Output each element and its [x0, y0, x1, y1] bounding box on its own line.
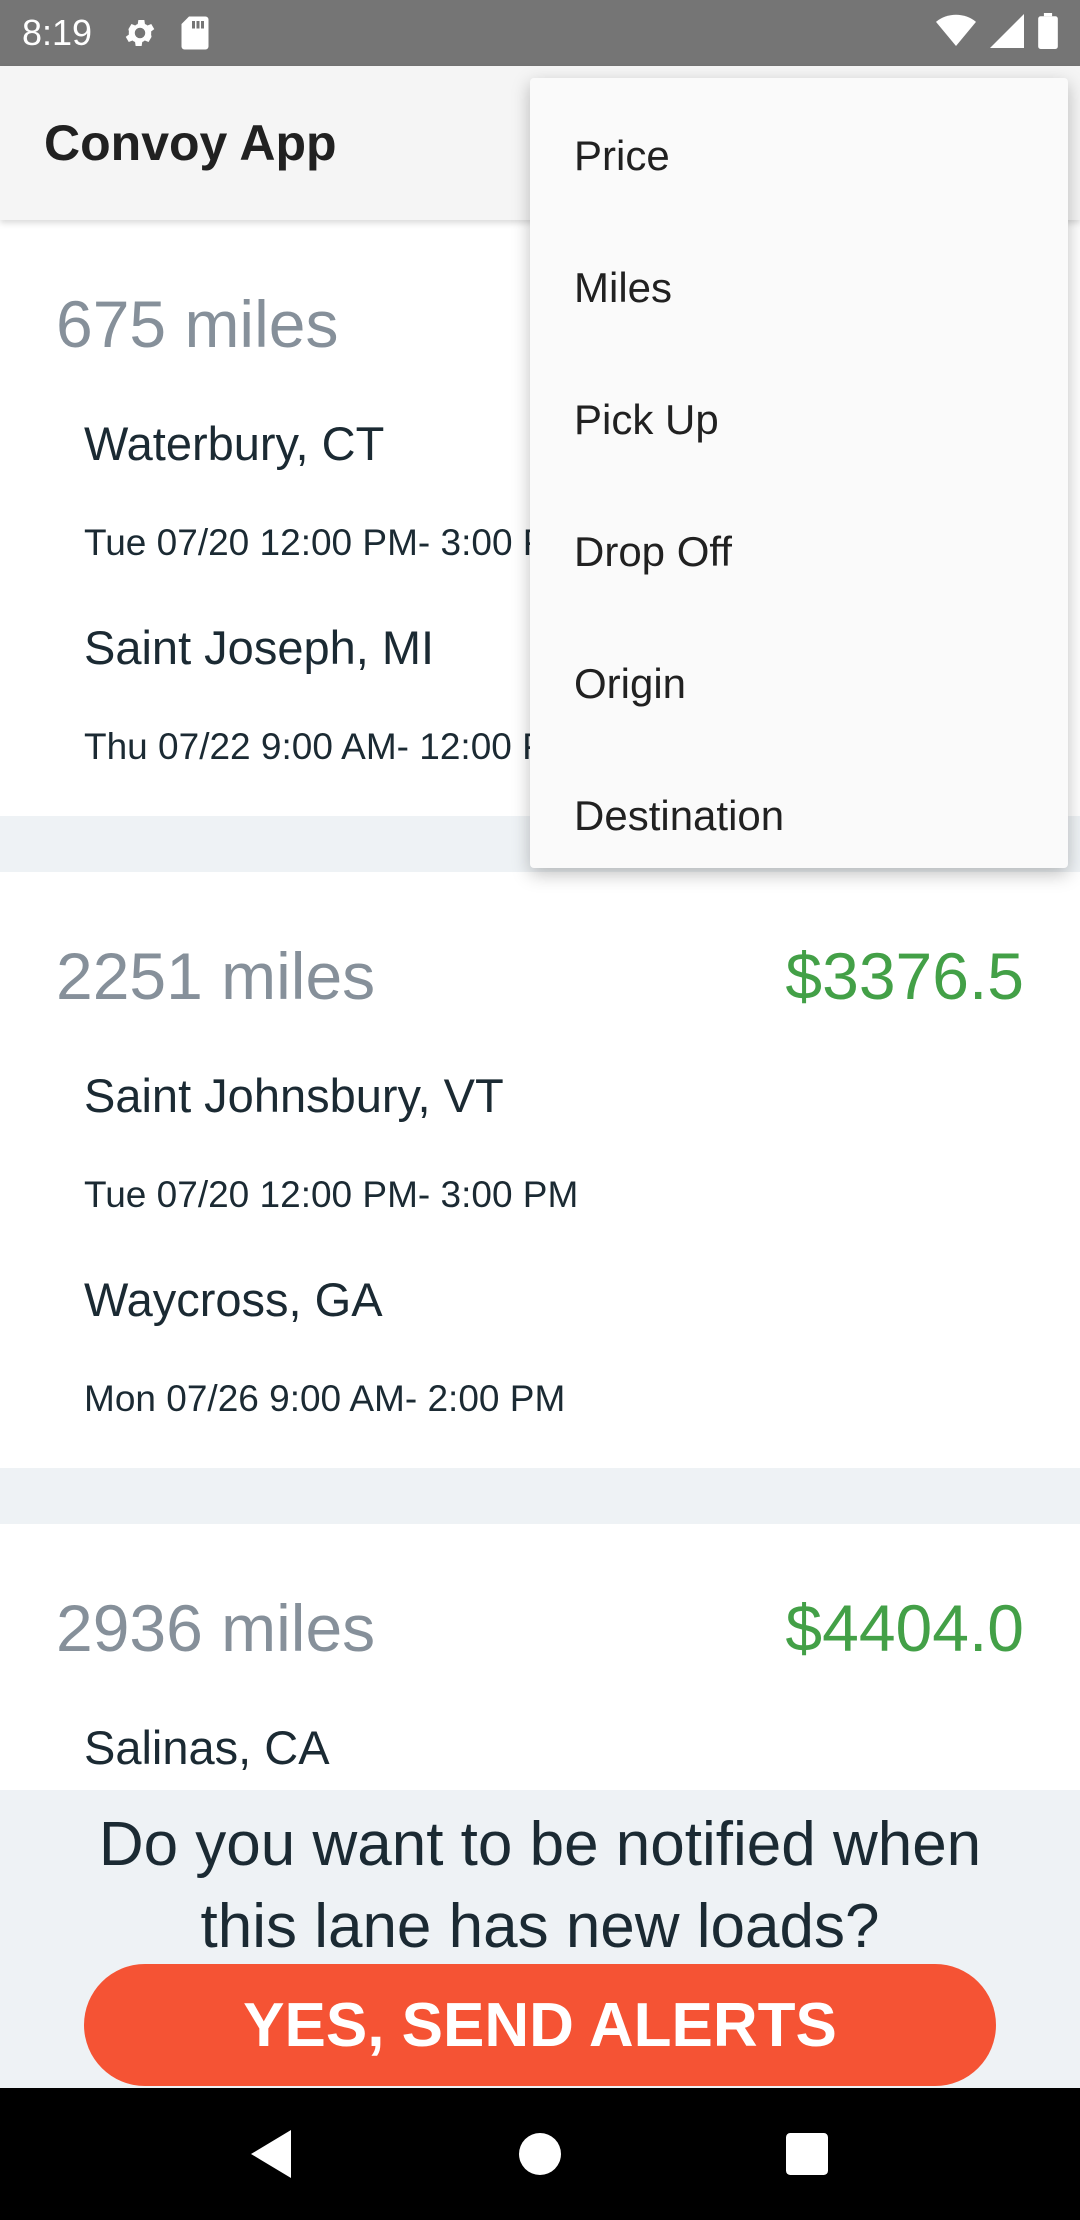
origin-city: Waterbury, CT [84, 417, 385, 470]
load-price: $3376.5 [785, 939, 1024, 1013]
destination-city: Waycross, GA [84, 1273, 383, 1326]
back-icon[interactable] [223, 2104, 323, 2204]
origin-city: Saint Johnsbury, VT [84, 1069, 504, 1122]
app-title: Convoy App [44, 115, 337, 171]
load-miles: 675 miles [56, 287, 339, 361]
sd-card-icon [180, 15, 210, 51]
menu-item-miles[interactable]: Miles [530, 222, 1068, 354]
pickup-time: Tue 07/20 12:00 PM- 3:00 PM [84, 522, 579, 563]
battery-icon [1038, 12, 1058, 54]
menu-item-destination[interactable]: Destination [530, 750, 1068, 882]
load-card[interactable]: 2936 miles $4404.0 Salinas, CA [0, 1524, 1080, 1790]
status-bar: 8:19 [0, 0, 1080, 66]
prompt-line: Do you want to be notified when [98, 1810, 982, 1879]
load-card[interactable]: 2251 miles $3376.5 Saint Johnsbury, VT T… [0, 872, 1080, 1468]
dropoff-time: Thu 07/22 9:00 AM- 12:00 PM [84, 726, 578, 767]
load-price: $4404.0 [785, 1591, 1024, 1665]
menu-item-price[interactable]: Price [530, 90, 1068, 222]
pickup-time: Tue 07/20 12:00 PM- 3:00 PM [84, 1174, 579, 1215]
sort-menu: Price Miles Pick Up Drop Off Origin Dest… [530, 78, 1068, 868]
recents-icon[interactable] [757, 2104, 857, 2204]
home-icon[interactable] [490, 2104, 590, 2204]
send-alerts-button[interactable]: YES, SEND ALERTS [84, 1964, 996, 2086]
menu-item-drop-off[interactable]: Drop Off [530, 486, 1068, 618]
menu-item-pick-up[interactable]: Pick Up [530, 354, 1068, 486]
prompt-text: Do you want to be notified when this lan… [0, 1804, 1080, 1968]
destination-city: Saint Joseph, MI [84, 621, 435, 674]
menu-item-origin[interactable]: Origin [530, 618, 1068, 750]
load-miles: 2251 miles [56, 939, 376, 1013]
settings-icon [122, 15, 158, 51]
signal-icon [990, 13, 1024, 53]
load-miles: 2936 miles [56, 1591, 376, 1665]
dropoff-time: Mon 07/26 9:00 AM- 2:00 PM [84, 1378, 566, 1419]
origin-city: Salinas, CA [84, 1721, 330, 1774]
wifi-icon [936, 14, 976, 53]
status-time: 8:19 [22, 12, 93, 53]
lane-alert-prompt: Do you want to be notified when this lan… [0, 1790, 1080, 2088]
navigation-bar [0, 2088, 1080, 2220]
prompt-line: this lane has new loads? [200, 1892, 880, 1961]
